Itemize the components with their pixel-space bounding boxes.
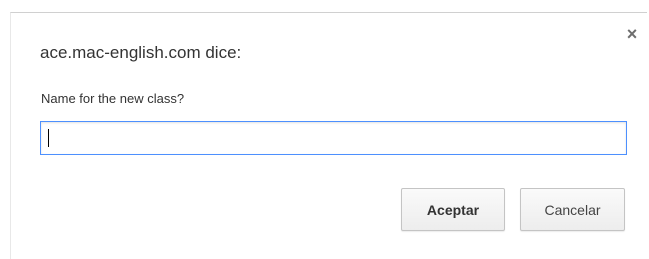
prompt-dialog: × ace.mac-english.com dice: Name for the…	[10, 12, 647, 259]
dialog-message: Name for the new class?	[41, 91, 185, 106]
close-icon[interactable]: ×	[624, 25, 640, 43]
dialog-title: ace.mac-english.com dice:	[40, 43, 242, 62]
prompt-input[interactable]	[40, 121, 627, 155]
accept-button[interactable]: Aceptar	[401, 188, 505, 231]
cancel-button[interactable]: Cancelar	[520, 188, 625, 231]
text-caret	[48, 129, 49, 147]
